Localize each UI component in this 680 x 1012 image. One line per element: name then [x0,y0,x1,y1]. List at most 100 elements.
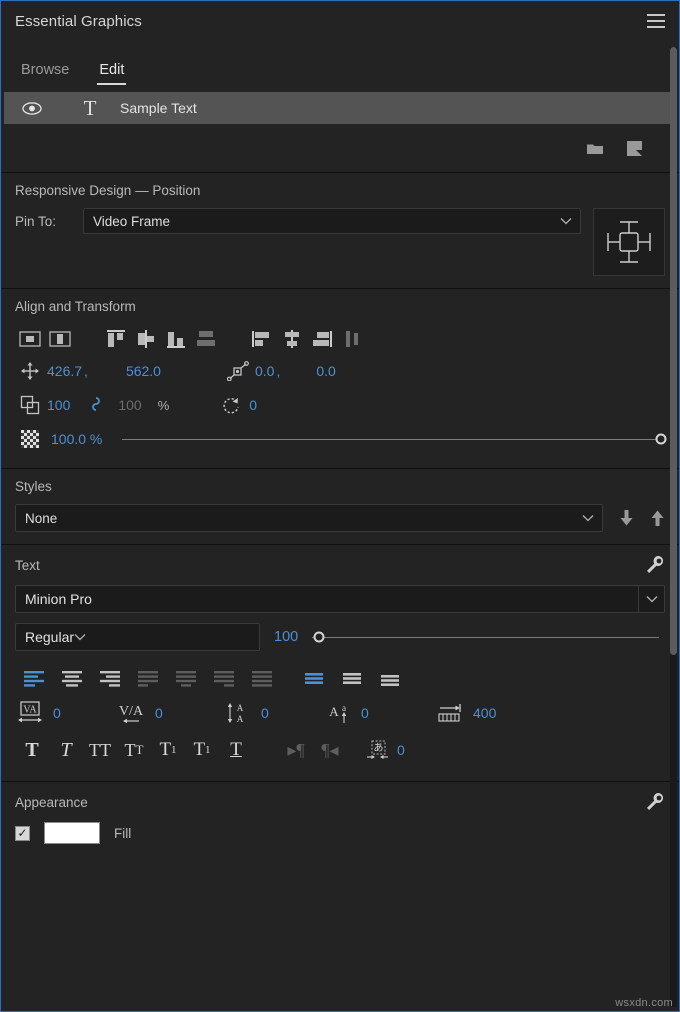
baseline-shift-icon[interactable]: A a [323,701,353,725]
new-layer-icon[interactable] [626,140,643,156]
wrench-icon[interactable] [645,555,665,575]
align-vertical-center-icon[interactable] [131,324,161,354]
kerning-value[interactable]: 0 [153,705,165,721]
position-move-icon[interactable] [15,361,45,381]
rtl-paragraph-button[interactable]: ¶◂ [313,735,347,765]
layer-list: T Sample Text [1,89,679,124]
position-y-value[interactable]: 562.0 [124,363,163,379]
style-select[interactable]: None [15,504,603,532]
align-left-icon[interactable] [247,324,277,354]
opacity-checker-icon [15,430,45,448]
font-style-select[interactable]: Regular [15,623,260,651]
anchor-y-value[interactable]: 0.0 [314,363,337,379]
ltr-paragraph-button[interactable]: ▸¶ [279,735,313,765]
align-transform-section: Align and Transform [1,288,679,468]
scale-height-value[interactable]: 100 [116,397,143,413]
baseline-shift-value[interactable]: 0 [359,705,371,721]
svg-text:あ: あ [374,742,384,754]
align-center-horizontally-icon[interactable] [15,324,45,354]
rotation-value[interactable]: 0 [247,397,259,413]
scale-icon[interactable] [15,395,45,415]
scale-rotation-row: 100 100 % 0 [15,388,665,422]
mojikumi-value[interactable]: 0 [395,742,407,758]
mojikumi-icon[interactable]: あ [361,735,395,765]
justify-last-right-icon[interactable] [205,664,243,692]
faux-bold-button[interactable]: T [15,735,49,765]
opacity-value[interactable]: 100.0 % [49,431,104,447]
chevron-down-icon [638,586,664,612]
wrench-icon[interactable] [645,792,665,812]
pin-to-select[interactable]: Video Frame [83,208,581,234]
position-comma: , [84,363,102,379]
section-heading-appearance: Appearance [15,795,88,810]
justify-last-left-icon[interactable] [129,664,167,692]
small-caps-button[interactable]: TT [117,735,151,765]
scale-width-value[interactable]: 100 [45,397,72,413]
chevron-down-icon [560,217,572,225]
font-family-select[interactable]: Minion Pro [15,585,665,613]
superscript-button[interactable]: T1 [151,735,185,765]
align-middle-text-icon[interactable] [333,664,371,692]
align-bottom-icon[interactable] [161,324,191,354]
svg-text:a: a [342,703,346,713]
align-top-icon[interactable] [101,324,131,354]
panel-tabs: Browse Edit [1,41,679,89]
kerning-icon[interactable]: V/A [117,701,147,725]
tab-browse[interactable]: Browse [21,62,69,85]
list-item: Sample Text [120,100,197,116]
appearance-section: Appearance ✓ Fill [1,781,679,856]
distribute-vertical-icon[interactable] [191,324,221,354]
justify-all-icon[interactable] [243,664,281,692]
faux-italic-button[interactable]: T [49,735,83,765]
style-value: None [25,511,57,526]
new-folder-icon[interactable] [586,141,604,156]
font-size-value[interactable]: 100 [274,629,298,645]
anchor-point-icon[interactable] [223,361,253,381]
align-bottom-text-icon[interactable] [371,664,409,692]
layer-toolbar [1,124,679,172]
svg-text:V/A: V/A [119,704,144,719]
align-right-icon[interactable] [307,324,337,354]
font-size-slider-knob[interactable] [314,632,325,643]
subscript-button[interactable]: T1 [185,735,219,765]
section-heading-responsive: Responsive Design — Position [15,183,665,198]
essential-graphics-panel: Essential Graphics Browse Edit T Sample … [0,0,680,1012]
tsume-icon[interactable] [435,701,465,725]
position-x-value[interactable]: 426.7 [45,363,84,379]
align-center-vertically-icon[interactable] [45,324,75,354]
tracking-value[interactable]: 0 [51,705,63,721]
underline-button[interactable]: T [219,735,253,765]
align-top-text-icon[interactable] [295,664,333,692]
leading-value[interactable]: 0 [259,705,271,721]
link-constrain-icon[interactable] [90,395,102,415]
tracking-icon[interactable]: VA [15,701,45,725]
anchor-x-value[interactable]: 0.0 [253,363,276,379]
hamburger-menu-icon[interactable] [647,14,665,28]
chevron-down-icon [74,633,86,641]
all-caps-button[interactable]: TT [83,735,117,765]
distribute-horizontal-icon[interactable] [337,324,367,354]
rotation-icon[interactable] [217,395,247,415]
font-size-slider[interactable] [312,637,659,638]
pin-edges-widget[interactable] [593,208,665,276]
fill-checkbox[interactable]: ✓ [15,826,30,841]
opacity-slider[interactable] [122,439,661,440]
align-center-icon[interactable] [53,664,91,692]
table-row[interactable]: T Sample Text [4,92,676,124]
leading-icon[interactable]: A A [223,701,253,725]
tab-edit[interactable]: Edit [99,62,124,85]
align-horizontal-center-icon[interactable] [277,324,307,354]
arrow-down-icon[interactable] [619,509,634,527]
panel-scrollbar[interactable] [670,47,677,1007]
scrollbar-thumb[interactable] [670,47,677,655]
justify-last-center-icon[interactable] [167,664,205,692]
chevron-down-icon [582,514,594,522]
align-left-icon[interactable] [15,664,53,692]
fill-color-swatch[interactable] [44,822,100,844]
visibility-toggle[interactable] [4,102,60,115]
align-right-icon[interactable] [91,664,129,692]
arrow-up-icon[interactable] [650,509,665,527]
opacity-slider-knob[interactable] [656,434,667,445]
tsume-value[interactable]: 400 [471,705,498,721]
svg-text:VA: VA [23,705,37,716]
